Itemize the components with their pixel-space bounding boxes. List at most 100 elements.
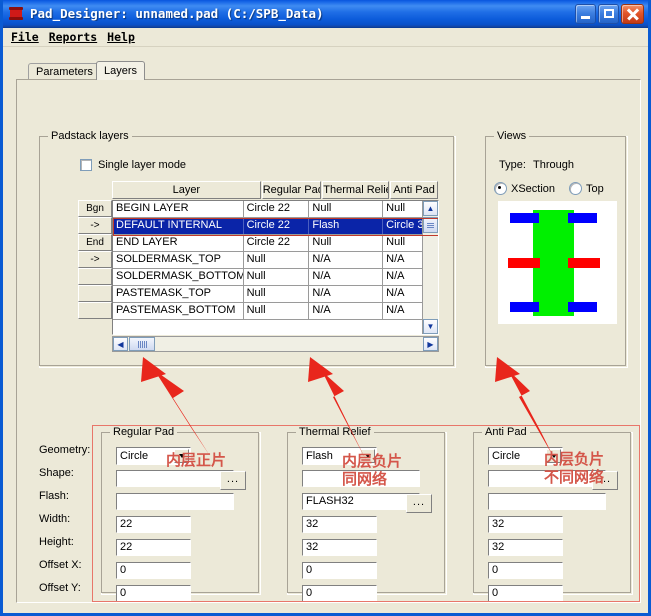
radio-xsection[interactable] [494,182,507,195]
anti-pad-shape-input[interactable] [488,470,606,487]
cell-regular-pad: Circle 22 [244,218,310,234]
maximize-button[interactable] [598,4,619,24]
chevron-up-icon[interactable]: ▲ [423,201,438,216]
thermal-relief-geometry-combo[interactable]: Flash [302,447,377,465]
thermal-relief-shape-input[interactable] [302,470,420,487]
thermal-relief-offset-y-input[interactable]: 0 [302,585,377,602]
layers-table-header-row: Layer Regular Pad Thermal Relief Anti Pa… [78,181,439,199]
regular-pad-geometry-combo[interactable]: Circle [116,447,191,465]
minimize-button[interactable] [575,4,596,24]
close-button[interactable] [621,4,644,24]
grid-vertical-scrollbar[interactable]: ▲ ▼ [422,201,438,334]
tab-page-layers: Padstack layers Single layer mode Layer … [16,79,641,603]
padstack-layers-group: Padstack layers Single layer mode Layer … [39,136,456,368]
layers-grid: Bgn -> End -> BEGIN LAYER Circle 22 [78,200,439,335]
tab-strip: Parameters Layers [28,61,628,80]
thermal-relief-group: Thermal Relief Flash FLASH32 ... [287,432,447,595]
radio-top[interactable] [569,182,582,195]
chevron-down-icon[interactable]: ▼ [423,319,438,334]
column-header-thermal-relief[interactable]: Thermal Relief [322,181,389,199]
table-row[interactable]: BEGIN LAYER Circle 22 Null Null [113,201,438,218]
regular-pad-width-input[interactable]: 22 [116,516,191,533]
thermal-relief-browse-button[interactable]: ... [406,494,432,513]
padstack-layers-title: Padstack layers [48,130,132,142]
column-header-regular-pad[interactable]: Regular Pad [262,181,322,199]
anti-pad-browse-button[interactable]: ... [592,471,618,490]
regular-pad-height-input[interactable]: 22 [116,539,191,556]
anti-pad-group: Anti Pad Circle ... [473,432,633,595]
regular-pad-offset-y-input[interactable]: 0 [116,585,191,602]
pad-field-labels: Geometry: Shape: Flash: Width: Height: O… [39,440,99,601]
views-mode-radios: XSection Top [494,182,614,195]
thermal-relief-flash-input[interactable]: FLASH32 [302,493,420,510]
menu-bar: File Reports Help [3,28,648,47]
anti-pad-offset-y-input[interactable]: 0 [488,585,563,602]
cell-layer: SOLDERMASK_BOTTOM [113,269,244,285]
row-button-7[interactable] [78,302,112,319]
label-shape: Shape: [39,463,99,486]
layers-grid-body[interactable]: BEGIN LAYER Circle 22 Null Null DEFAULT … [112,200,439,335]
menu-file[interactable]: File [8,29,46,45]
label-height: Height: [39,532,99,555]
minimize-icon [581,16,590,19]
row-button-end[interactable]: End [78,234,112,251]
anti-pad-geometry-value: Circle [492,450,520,462]
column-header-anti-pad[interactable]: Anti Pad [390,181,438,199]
table-row[interactable]: END LAYER Circle 22 Null Null [113,235,438,252]
table-row[interactable]: SOLDERMASK_BOTTOM Null N/A N/A [113,269,438,286]
cell-regular-pad: Null [244,286,310,302]
row-button-next-2[interactable]: -> [78,251,112,268]
menu-reports[interactable]: Reports [46,29,104,45]
regular-pad-shape-input[interactable] [116,470,234,487]
xsection-preview [498,201,617,324]
anti-pad-flash-input[interactable] [488,493,606,510]
tab-layers[interactable]: Layers [96,61,145,80]
anti-pad-offset-x-input[interactable]: 0 [488,562,563,579]
regular-pad-flash-input[interactable] [116,493,234,510]
xsection-pad-bottom-right [568,302,597,312]
label-offset-y: Offset Y: [39,578,99,601]
thermal-relief-fields: Flash FLASH32 ... 32 32 [302,447,436,608]
cell-thermal-relief: Null [309,201,383,217]
row-button-next-1[interactable]: -> [78,217,112,234]
menu-help[interactable]: Help [104,29,142,45]
anti-pad-width-input[interactable]: 32 [488,516,563,533]
xsection-pad-top-left [510,213,539,223]
checkbox-box [80,159,92,171]
column-header-layer[interactable]: Layer [112,181,261,199]
row-button-bgn[interactable]: Bgn [78,200,112,217]
regular-pad-offset-x-input[interactable]: 0 [116,562,191,579]
cell-thermal-relief: N/A [309,252,383,268]
regular-pad-browse-button[interactable]: ... [220,471,246,490]
thermal-relief-width-input[interactable]: 32 [302,516,377,533]
regular-pad-group: Regular Pad Circle ... [101,432,261,595]
chevron-down-icon[interactable] [360,449,375,463]
chevron-down-icon[interactable] [174,449,189,463]
radio-xsection-label[interactable]: XSection [511,183,555,195]
grid-horizontal-scrollbar[interactable]: ◀ ▶ [112,336,439,352]
chevron-down-icon[interactable] [546,449,561,463]
table-row[interactable]: PASTEMASK_BOTTOM Null N/A N/A [113,303,438,320]
single-layer-mode-checkbox[interactable]: Single layer mode [80,159,186,171]
table-row[interactable]: PASTEMASK_TOP Null N/A N/A [113,286,438,303]
cell-layer: PASTEMASK_TOP [113,286,244,302]
anti-pad-geometry-combo[interactable]: Circle [488,447,563,465]
horizontal-scroll-thumb[interactable] [129,337,155,351]
table-row[interactable]: SOLDERMASK_TOP Null N/A N/A [113,252,438,269]
row-button-5[interactable] [78,268,112,285]
chevron-left-icon[interactable]: ◀ [113,337,128,351]
row-button-6[interactable] [78,285,112,302]
table-row-selected[interactable]: DEFAULT INTERNAL Circle 22 Flash Circle … [113,218,438,235]
tab-parameters[interactable]: Parameters [28,63,101,80]
views-type-key: Type: [499,159,533,171]
thermal-relief-offset-x-input[interactable]: 0 [302,562,377,579]
anti-pad-height-input[interactable]: 32 [488,539,563,556]
thermal-relief-height-input[interactable]: 32 [302,539,377,556]
vertical-scroll-thumb[interactable] [423,217,438,233]
padstack-spool-icon [8,5,25,22]
cell-layer: PASTEMASK_BOTTOM [113,303,244,319]
chevron-right-icon[interactable]: ▶ [423,337,438,351]
application-window: Pad_Designer: unnamed.pad (C:/SPB_Data) … [0,0,651,616]
radio-top-label[interactable]: Top [586,183,604,195]
anti-pad-fields: Circle ... 32 32 [488,447,622,608]
